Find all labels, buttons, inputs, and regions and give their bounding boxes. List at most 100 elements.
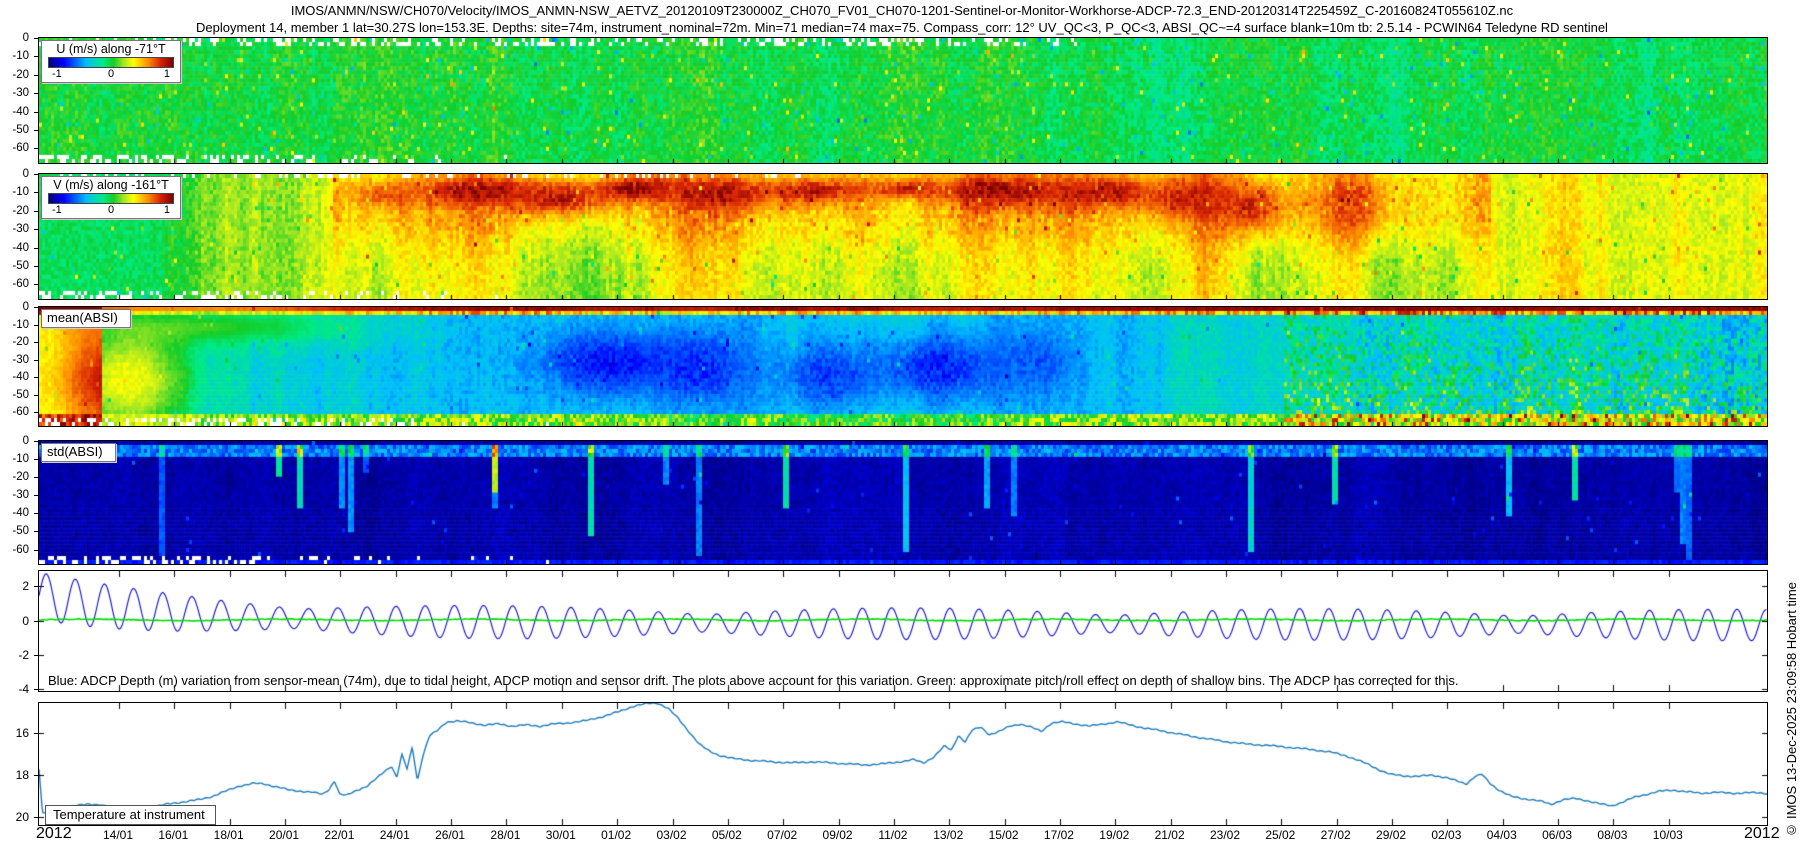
y-tick-mark [34,93,38,94]
y-tick-mark [34,174,38,175]
y-tick-mark [34,38,38,39]
y-tick-label: -30 [0,353,29,367]
y-tick-label: -30 [0,86,29,100]
y-tick-label: 0 [0,167,29,181]
y-tick-label: -40 [0,241,29,255]
y-tick-label: -20 [0,204,29,218]
y-tick-label: -60 [0,277,29,291]
y-tick-mark [34,284,38,285]
y-tick-label: -20 [0,470,29,484]
y-tick-label: -40 [0,506,29,520]
y-tick-label: -50 [0,123,29,137]
colorbar-tick-label: -1 [52,68,62,80]
colorbar-tick-label: 1 [164,204,170,216]
y-tick-label: -10 [0,49,29,63]
imos-watermark: © IMOS 13-Dec-2025 23:09:58 Hobart time [1784,582,1799,838]
temperature-line-chart [39,703,1767,825]
y-tick-label: -50 [0,524,29,538]
panel-depth-variation: Blue: ADCP Depth (m) variation from sens… [38,570,1768,692]
y-tick-label: -40 [0,105,29,119]
panel-temperature: Temperature at instrument 201816 [38,702,1768,826]
y-tick-label: 2 [0,579,29,593]
y-tick-label: -30 [0,488,29,502]
v-legend-label: V (m/s) along -161°T [45,178,177,192]
colorbar-tick-label: -1 [52,204,62,216]
panel-mean-absi: mean(ABSI) 0-10-20-30-40-50-60 [38,306,1768,427]
u-colorbar [48,57,174,68]
y-tick-label: -10 [0,452,29,466]
y-tick-label: -60 [0,543,29,557]
y-tick-mark [34,342,38,343]
y-tick-mark [34,266,38,267]
y-tick-mark [34,325,38,326]
y-tick-label: 18 [0,768,29,782]
y-tick-label: -30 [0,222,29,236]
y-tick-mark [34,75,38,76]
v-velocity-heatmap [39,174,1767,299]
y-tick-mark [34,192,38,193]
y-tick-label: 0 [0,300,29,314]
y-tick-mark [34,248,38,249]
panel-u-velocity: U (m/s) along -71°T -101 0-10-20-30-40-5… [38,37,1768,164]
y-tick-label: -4 [0,682,29,696]
y-tick-label: -40 [0,370,29,384]
y-tick-label: -2 [0,648,29,662]
std-absi-heatmap [39,441,1767,564]
y-tick-label: 0 [0,614,29,628]
y-tick-label: 0 [0,434,29,448]
y-tick-label: 16 [0,726,29,740]
y-tick-label: -10 [0,318,29,332]
y-tick-mark [34,477,38,478]
y-tick-mark [34,733,38,734]
v-colorbar [48,193,174,204]
y-tick-mark [34,307,38,308]
y-tick-label: -10 [0,185,29,199]
y-tick-mark [34,441,38,442]
colorbar-tick-label: 1 [164,68,170,80]
u-legend-label: U (m/s) along -71°T [45,42,177,56]
y-tick-label: 20 [0,810,29,824]
y-tick-mark [34,395,38,396]
y-tick-label: -50 [0,259,29,273]
x-axis-year-end: 2012 [1744,825,1780,843]
y-tick-mark [34,211,38,212]
y-tick-mark [34,689,38,690]
y-tick-mark [34,112,38,113]
y-tick-mark [34,655,38,656]
y-tick-mark [34,459,38,460]
y-tick-mark [34,56,38,57]
mean-absi-heatmap [39,307,1767,426]
y-tick-label: 0 [0,31,29,45]
y-tick-label: -50 [0,388,29,402]
y-tick-label: -20 [0,68,29,82]
y-tick-label: -20 [0,335,29,349]
std-absi-label: std(ABSI) [41,443,116,462]
panel-std-absi: std(ABSI) 0-10-20-30-40-50-60 [38,440,1768,565]
u-colorbar-legend: U (m/s) along -71°T -1 0 1 [41,40,181,83]
colorbar-tick-label: 0 [108,68,114,80]
y-tick-mark [34,130,38,131]
y-tick-label: -60 [0,405,29,419]
y-tick-mark [34,495,38,496]
figure-title-line2: Deployment 14, member 1 lat=30.27S lon=1… [38,20,1766,35]
y-tick-label: -60 [0,141,29,155]
y-tick-mark [34,229,38,230]
y-tick-mark [34,513,38,514]
y-tick-mark [34,377,38,378]
y-tick-mark [34,531,38,532]
u-colorbar-ticks: -1 0 1 [45,68,177,81]
mean-absi-label: mean(ABSI) [41,309,131,328]
depth-variation-annotation: Blue: ADCP Depth (m) variation from sens… [48,673,1459,688]
v-colorbar-legend: V (m/s) along -161°T -1 0 1 [41,176,181,219]
x-tick-label: 10/03 [1636,828,1700,842]
y-tick-mark [34,360,38,361]
y-tick-mark [34,550,38,551]
y-tick-mark [34,775,38,776]
panel-v-velocity: V (m/s) along -161°T -101 0-10-20-30-40-… [38,173,1768,300]
colorbar-tick-label: 0 [108,204,114,216]
adcp-deployment-figure: IMOS/ANMN/NSW/CH070/Velocity/IMOS_ANMN-N… [0,0,1800,850]
y-tick-mark [34,586,38,587]
y-tick-mark [34,148,38,149]
x-axis-year-start: 2012 [36,825,72,843]
figure-title-line1: IMOS/ANMN/NSW/CH070/Velocity/IMOS_ANMN-N… [38,3,1766,18]
